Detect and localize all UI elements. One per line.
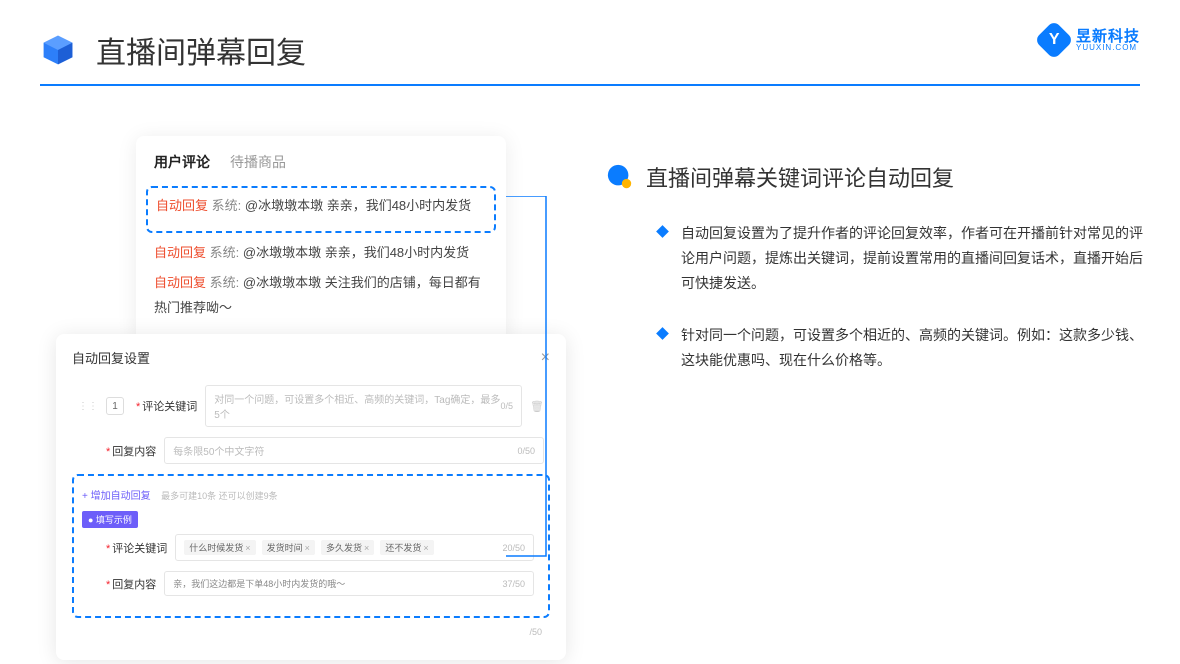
section-title: 直播间弹幕关键词评论自动回复 xyxy=(646,161,954,193)
add-hint: 最多可建10条 还可以创建9条 xyxy=(161,491,278,501)
header-divider xyxy=(40,84,1140,86)
brand-name-en: YUUXIN.COM xyxy=(1076,44,1140,52)
comment-row: 自动回复 系统: @冰墩墩本墩 亲亲，我们48小时内发货 xyxy=(154,241,488,266)
reply-input[interactable]: 每条限50个中文字符 0/50 xyxy=(164,437,544,464)
brand-logo: 昱新科技 YUUXIN.COM xyxy=(1040,26,1140,54)
keyword-input[interactable]: 对同一个问题，可设置多个相近、高频的关键词，Tag确定，最多5个 0/5 xyxy=(205,385,522,427)
brand-icon xyxy=(1034,20,1074,60)
example-badge: ● 填写示例 xyxy=(82,511,138,528)
keyword-row: ⋮⋮ 1 *评论关键词 对同一个问题，可设置多个相近、高频的关键词，Tag确定，… xyxy=(72,385,550,427)
outer-counter: /50 xyxy=(529,627,542,637)
bullet-point: 自动回复设置为了提升作者的评论回复效率，作者可在开播前针对常见的评论用户问题，提… xyxy=(606,221,1144,297)
chat-bubble-icon xyxy=(606,163,634,191)
page-header: 直播间弹幕回复 昱新科技 YUUXIN.COM xyxy=(0,0,1180,84)
bullet-point: 针对同一个问题，可设置多个相近的、高频的关键词。例如：这款多少钱、这块能优惠吗、… xyxy=(606,323,1144,373)
add-auto-reply-link[interactable]: + 增加自动回复 xyxy=(82,487,151,502)
auto-reply-settings-modal: 自动回复设置 × ⋮⋮ 1 *评论关键词 对同一个问题，可设置多个相近、高频的关… xyxy=(56,334,566,660)
example-reply-input[interactable]: 亲，我们这边都是下单48小时内发货的哦～ 37/50 xyxy=(164,571,534,596)
close-icon[interactable]: × xyxy=(541,349,550,367)
keyword-chip[interactable]: 多久发货 xyxy=(321,540,374,555)
diamond-icon xyxy=(656,327,669,340)
page-title: 直播间弹幕回复 xyxy=(96,28,306,72)
reply-row: *回复内容 每条限50个中文字符 0/50 xyxy=(72,437,550,464)
example-keyword-input[interactable]: 什么时候发货 发货时间 多久发货 还不发货 20/50 xyxy=(175,534,534,561)
screenshot-area: 用户评论 待播商品 自动回复 系统: @冰墩墩本墩 亲亲，我们48小时内发货 自… xyxy=(36,116,556,399)
tab-pending-products[interactable]: 待播商品 xyxy=(230,152,286,172)
cube-icon xyxy=(40,32,76,68)
highlighted-comment: 自动回复 系统: @冰墩墩本墩 亲亲，我们48小时内发货 xyxy=(146,186,496,233)
comment-row: 自动回复 系统: @冰墩墩本墩 关注我们的店铺，每日都有热门推荐呦～ xyxy=(154,271,488,320)
modal-title: 自动回复设置 xyxy=(72,348,150,367)
row-number: 1 xyxy=(106,397,124,415)
brand-name-cn: 昱新科技 xyxy=(1076,29,1140,44)
diamond-icon xyxy=(656,225,669,238)
keyword-chip[interactable]: 什么时候发货 xyxy=(184,540,255,555)
drag-handle-icon[interactable]: ⋮⋮ xyxy=(78,401,98,412)
description-area: 直播间弹幕关键词评论自动回复 自动回复设置为了提升作者的评论回复效率，作者可在开… xyxy=(606,116,1144,399)
keyword-chip[interactable]: 发货时间 xyxy=(262,540,315,555)
comments-panel: 用户评论 待播商品 自动回复 系统: @冰墩墩本墩 亲亲，我们48小时内发货 自… xyxy=(136,136,506,343)
example-section: + 增加自动回复 最多可建10条 还可以创建9条 ● 填写示例 *评论关键词 什… xyxy=(72,474,550,618)
keyword-chip[interactable]: 还不发货 xyxy=(380,540,433,555)
tab-user-comments[interactable]: 用户评论 xyxy=(154,152,210,172)
delete-icon[interactable]: 🗑 xyxy=(530,400,544,413)
comment-row: 自动回复 系统: @冰墩墩本墩 亲亲，我们48小时内发货 xyxy=(156,194,486,219)
